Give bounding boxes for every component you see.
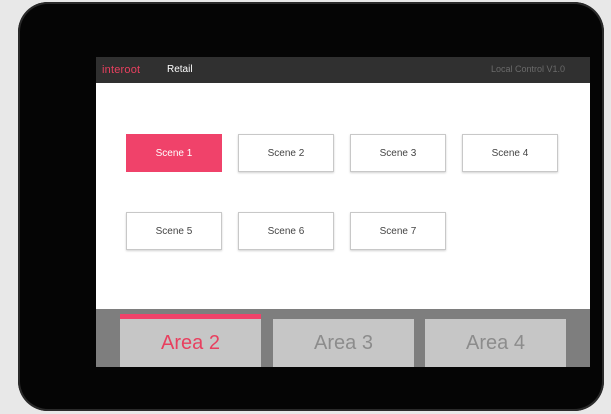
area-tab-2[interactable]: Area 2 xyxy=(120,314,261,367)
area-tab-label: Area 3 xyxy=(314,331,373,354)
app-screen: interoot Retail Local Control V1.0 Scene… xyxy=(96,57,590,367)
top-bar: interoot Retail Local Control V1.0 xyxy=(96,57,590,83)
scene-button-6[interactable]: Scene 6 xyxy=(238,212,334,250)
area-tab-4[interactable]: Area 4 xyxy=(425,319,566,367)
area-tab-label: Area 4 xyxy=(466,331,525,354)
scene-button-2[interactable]: Scene 2 xyxy=(238,134,334,172)
area-tab-label: Area 2 xyxy=(161,331,220,354)
version-label: Local Control V1.0 xyxy=(490,64,565,74)
scene-button-4[interactable]: Scene 4 xyxy=(462,134,558,172)
area-tab-3[interactable]: Area 3 xyxy=(273,319,414,367)
app-title: Retail xyxy=(167,64,193,75)
scene-button-3[interactable]: Scene 3 xyxy=(350,134,446,172)
area-tab-bar: Area 2 Area 3 Area 4 xyxy=(96,309,590,367)
brand-logo: interoot xyxy=(102,64,141,76)
scene-button-5[interactable]: Scene 5 xyxy=(126,212,222,250)
active-tab-indicator xyxy=(120,314,261,319)
scene-button-1[interactable]: Scene 1 xyxy=(126,134,222,172)
tablet-device: interoot Retail Local Control V1.0 Scene… xyxy=(18,2,604,411)
scene-button-7[interactable]: Scene 7 xyxy=(350,212,446,250)
